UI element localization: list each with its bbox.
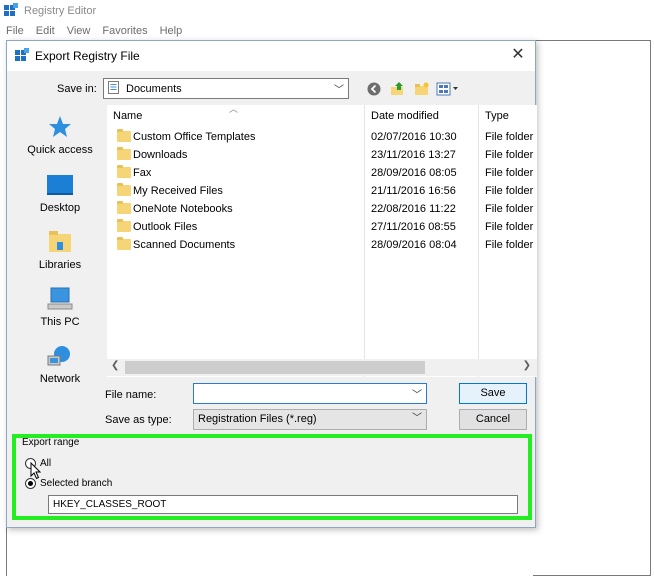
- place-desktop[interactable]: Desktop: [15, 171, 105, 214]
- place-label: Desktop: [39, 202, 81, 214]
- dialog-titlebar: Export Registry File ✕: [7, 41, 535, 71]
- menu-help[interactable]: Help: [160, 25, 183, 37]
- file-name: Scanned Documents: [133, 239, 236, 251]
- place-label: Libraries: [38, 259, 82, 271]
- file-name-input[interactable]: ﹀: [193, 383, 427, 404]
- places-bar: Quick access Desktop Libraries This PC N…: [15, 105, 105, 385]
- computer-icon: [45, 285, 75, 313]
- star-icon: [45, 113, 75, 141]
- file-type: File folder: [485, 239, 534, 251]
- save-in-dropdown[interactable]: Documents ﹀: [103, 78, 349, 99]
- chevron-down-icon[interactable]: ﹀: [412, 386, 422, 401]
- save-as-type-value: Registration Files (*.reg): [198, 413, 317, 425]
- menu-edit[interactable]: Edit: [36, 25, 55, 37]
- place-quick-access[interactable]: Quick access: [15, 113, 105, 156]
- place-network[interactable]: Network: [15, 342, 105, 385]
- file-name: Outlook Files: [133, 221, 198, 233]
- file-row[interactable]: OneNote Notebooks 22/08/2016 11:22 File …: [107, 200, 537, 218]
- file-type: File folder: [485, 167, 534, 179]
- file-row[interactable]: Scanned Documents 28/09/2016 08:04 File …: [107, 236, 537, 254]
- scroll-right-icon[interactable]: ❯: [523, 360, 531, 371]
- place-label: Quick access: [27, 144, 93, 156]
- file-type: File folder: [485, 203, 534, 215]
- folder-icon: [117, 147, 131, 160]
- file-row[interactable]: Outlook Files 27/11/2016 08:55 File fold…: [107, 218, 537, 236]
- folder-icon: [117, 237, 131, 250]
- network-icon: [45, 342, 75, 370]
- up-folder-icon[interactable]: [387, 80, 409, 98]
- dialog-title: Export Registry File: [35, 49, 140, 63]
- file-name: Downloads: [133, 149, 188, 161]
- column-header-date[interactable]: Date modified: [365, 105, 439, 127]
- file-date: 28/09/2016 08:05: [371, 167, 457, 179]
- column-header-name[interactable]: Name: [107, 105, 142, 127]
- scrollbar-thumb[interactable]: [125, 361, 425, 374]
- place-libraries[interactable]: Libraries: [15, 228, 105, 271]
- radio-selected-branch-label[interactable]: Selected branch: [40, 478, 112, 489]
- menu-view[interactable]: View: [67, 25, 91, 37]
- file-row[interactable]: Custom Office Templates 02/07/2016 10:30…: [107, 128, 537, 146]
- place-label: This PC: [40, 316, 80, 328]
- file-row[interactable]: My Received Files 21/11/2016 16:56 File …: [107, 182, 537, 200]
- regedit-values-pane: [533, 40, 651, 576]
- chevron-down-icon: ﹀: [334, 85, 344, 96]
- folder-icon: [117, 201, 131, 214]
- regedit-menubar: File Edit View Favorites Help: [0, 22, 654, 40]
- place-this-pc[interactable]: This PC: [15, 285, 105, 328]
- file-date: 22/08/2016 11:22: [371, 203, 456, 215]
- file-name: My Received Files: [133, 185, 223, 197]
- horizontal-scrollbar[interactable]: ❮ ❯: [107, 359, 537, 376]
- back-icon[interactable]: [363, 80, 385, 98]
- close-icon[interactable]: ✕: [509, 46, 527, 64]
- documents-icon: [108, 80, 120, 97]
- navigation-toolbar: [363, 80, 463, 98]
- regedit-titlebar: Registry Editor: [0, 0, 654, 22]
- save-in-value: Documents: [126, 82, 182, 95]
- column-header-type[interactable]: Type: [479, 105, 509, 127]
- export-range-title: Export range: [22, 437, 80, 448]
- file-date: 28/09/2016 08:04: [371, 239, 457, 251]
- file-type: File folder: [485, 149, 534, 161]
- file-date: 27/11/2016 08:55: [371, 221, 456, 233]
- save-in-label: Save in:: [57, 83, 97, 95]
- sort-ascending-icon: ︿: [229, 104, 239, 114]
- file-date: 02/07/2016 10:30: [371, 131, 457, 143]
- desktop-icon: [45, 171, 75, 199]
- menu-file[interactable]: File: [6, 25, 24, 37]
- scroll-left-icon[interactable]: ❮: [111, 360, 119, 371]
- registry-file-icon: [15, 47, 29, 65]
- file-type: File folder: [485, 131, 534, 143]
- place-label: Network: [39, 373, 81, 385]
- file-list[interactable]: ︿ Name Date modified Type Custom Office …: [107, 104, 537, 377]
- menu-favorites[interactable]: Favorites: [102, 25, 147, 37]
- new-folder-icon[interactable]: [411, 80, 433, 98]
- regedit-app-icon: [4, 2, 18, 20]
- file-type: File folder: [485, 221, 534, 233]
- file-name: Custom Office Templates: [133, 131, 256, 143]
- regedit-title: Registry Editor: [24, 5, 97, 17]
- folder-icon: [117, 219, 131, 232]
- folder-icon: [117, 165, 131, 178]
- save-button[interactable]: Save: [459, 383, 527, 404]
- view-menu-icon[interactable]: [435, 80, 461, 98]
- file-type: File folder: [485, 185, 534, 197]
- chevron-down-icon: ﹀: [412, 413, 422, 424]
- file-row[interactable]: Downloads 23/11/2016 13:27 File folder: [107, 146, 537, 164]
- save-as-type-dropdown[interactable]: Registration Files (*.reg) ﹀: [193, 409, 427, 430]
- file-date: 21/11/2016 16:56: [371, 185, 456, 197]
- mouse-cursor-icon: [30, 461, 42, 483]
- file-row[interactable]: Fax 28/09/2016 08:05 File folder: [107, 164, 537, 182]
- file-date: 23/11/2016 13:27: [371, 149, 456, 161]
- save-as-type-label: Save as type:: [105, 414, 172, 426]
- folder-icon: [117, 129, 131, 142]
- file-name: OneNote Notebooks: [133, 203, 233, 215]
- file-name: Fax: [133, 167, 152, 179]
- branch-path-input[interactable]: HKEY_CLASSES_ROOT: [48, 495, 518, 514]
- cancel-button[interactable]: Cancel: [459, 409, 527, 430]
- folder-icon: [117, 183, 131, 196]
- file-name-label: File name:: [105, 389, 157, 401]
- libraries-icon: [45, 228, 75, 256]
